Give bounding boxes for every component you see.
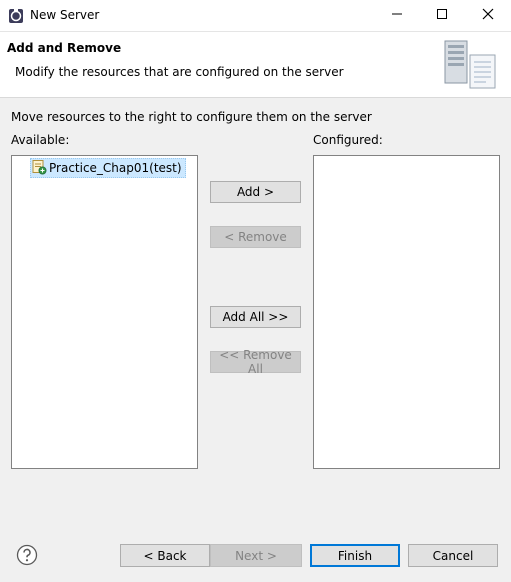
add-all-button[interactable]: Add All >> bbox=[210, 306, 301, 328]
configured-label: Configured: bbox=[313, 133, 383, 147]
back-button[interactable]: < Back bbox=[120, 544, 210, 567]
minimize-button[interactable] bbox=[374, 0, 420, 31]
maximize-icon bbox=[436, 8, 448, 23]
help-icon[interactable] bbox=[16, 544, 38, 566]
window-title: New Server bbox=[30, 8, 100, 22]
minimize-icon bbox=[391, 8, 403, 23]
maximize-button[interactable] bbox=[419, 0, 465, 31]
next-button[interactable]: Next > bbox=[210, 544, 302, 567]
web-project-icon bbox=[31, 159, 47, 178]
close-button[interactable] bbox=[465, 0, 511, 31]
remove-all-button[interactable]: << Remove All bbox=[210, 348, 301, 376]
remove-button[interactable]: < Remove bbox=[210, 226, 301, 248]
available-list[interactable]: Practice_Chap01(test) bbox=[11, 155, 198, 469]
available-label: Available: bbox=[11, 133, 70, 147]
add-button[interactable]: Add > bbox=[210, 181, 301, 203]
list-item-practice-chap01[interactable]: Practice_Chap01(test) bbox=[30, 158, 186, 178]
close-icon bbox=[482, 8, 494, 23]
banner-description: Modify the resources that are configured… bbox=[15, 65, 344, 79]
instructions-text: Move resources to the right to configure… bbox=[11, 110, 372, 124]
finish-button[interactable]: Finish bbox=[310, 544, 400, 567]
cancel-button[interactable]: Cancel bbox=[408, 544, 498, 567]
banner-title: Add and Remove bbox=[7, 41, 122, 55]
server-wizard-icon bbox=[442, 39, 498, 91]
wizard-banner: Add and Remove Modify the resources that… bbox=[0, 32, 511, 98]
configured-list[interactable] bbox=[313, 155, 500, 469]
app-icon bbox=[8, 8, 24, 24]
item-label: Practice_Chap01(test) bbox=[49, 161, 182, 175]
title-bar: New Server bbox=[0, 0, 511, 32]
